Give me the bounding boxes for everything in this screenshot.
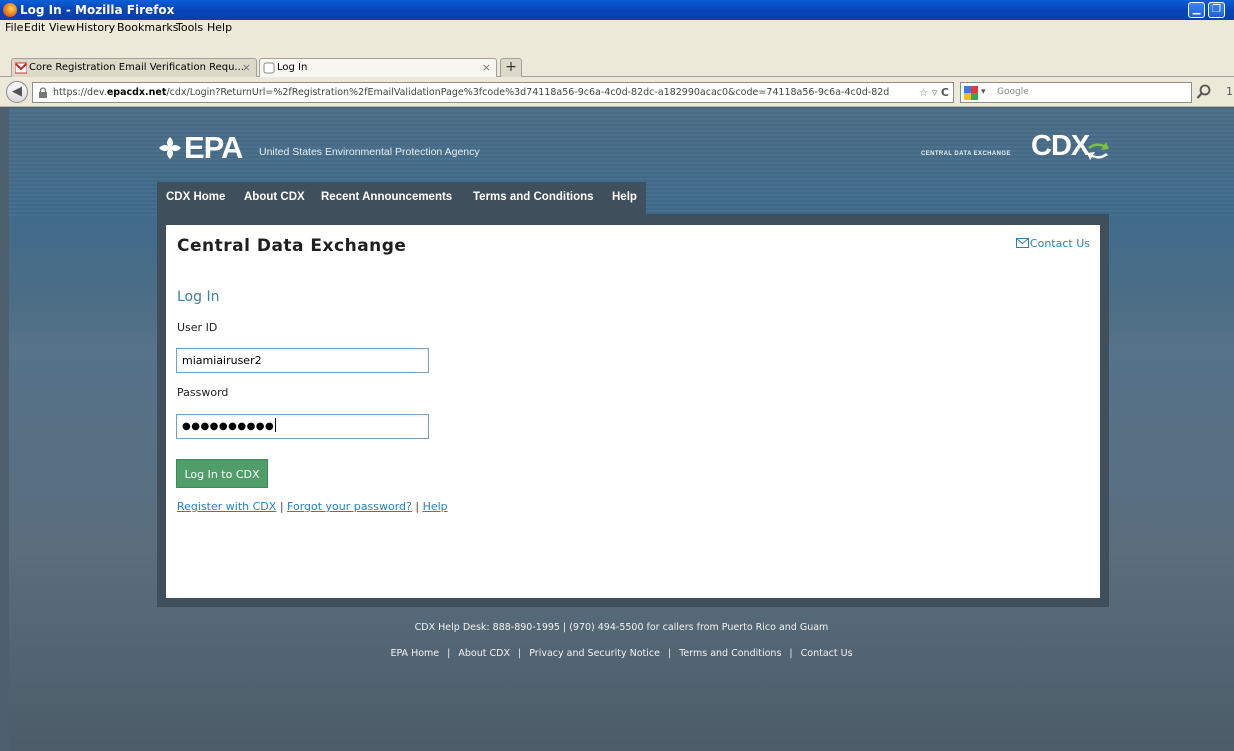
text-caret <box>275 418 277 432</box>
footer-separator: | <box>447 648 451 659</box>
tab-label: Log In <box>277 62 308 73</box>
login-button[interactable]: Log In to CDX <box>176 459 268 488</box>
address-bar[interactable]: https://dev.epacdx.net/cdx/Login?ReturnU… <box>32 82 954 103</box>
userid-value: miamiairuser2 <box>182 354 262 367</box>
footer-separator: | <box>518 648 522 659</box>
tab-gmail[interactable]: Core Registration Email Verification Req… <box>11 58 257 78</box>
lock-icon <box>39 87 47 98</box>
close-icon[interactable]: × <box>482 59 491 77</box>
footer-link-privacy[interactable]: Privacy and Security Notice <box>529 648 660 659</box>
forgot-password-link[interactable]: Forgot your password? <box>287 500 412 513</box>
nav-cdx-home[interactable]: CDX Home <box>166 191 225 203</box>
menu-tools[interactable]: Tools <box>176 21 203 34</box>
toolbar-overflow: 1 <box>1226 85 1233 98</box>
menu-bookmarks[interactable]: Bookmarks <box>117 21 178 34</box>
chevron-down-icon[interactable]: ▾ <box>981 83 986 102</box>
footer-link-epa-home[interactable]: EPA Home <box>390 648 439 659</box>
nav-help[interactable]: Help <box>612 191 637 203</box>
close-icon[interactable]: × <box>242 59 251 77</box>
cdx-tagline: CENTRAL DATA EXCHANGE <box>921 151 1011 157</box>
new-tab-button[interactable]: + <box>500 58 522 78</box>
window-titlebar: Log In - Mozilla Firefox ▁ ❐ <box>0 0 1234 20</box>
userid-label: User ID <box>177 321 218 334</box>
cdx-wordmark: CDX <box>1031 130 1090 162</box>
gmail-icon <box>15 62 27 74</box>
footer-link-about-cdx[interactable]: About CDX <box>458 648 510 659</box>
footer-link-contact-us[interactable]: Contact Us <box>801 648 853 659</box>
nav-about-cdx[interactable]: About CDX <box>244 191 305 203</box>
tab-login[interactable]: Log In × <box>259 58 497 78</box>
blank-page-icon <box>263 62 275 74</box>
navigation-toolbar: ◀ https://dev.epacdx.net/cdx/Login?Retur… <box>0 77 1234 107</box>
contact-us-link[interactable]: Contact Us <box>1015 237 1090 250</box>
dropdown-arrow-icon[interactable]: ▿ <box>932 86 938 99</box>
url-host: epacdx.net <box>106 87 167 98</box>
footer-separator: | <box>667 648 672 659</box>
contact-us-label: Contact Us <box>1029 237 1090 250</box>
url-prefix: https://dev. <box>53 87 107 98</box>
nav-recent-announcements[interactable]: Recent Announcements <box>321 191 452 203</box>
helpdesk-text: CDX Help Desk: 888-890-1995 | (970) 494-… <box>414 622 829 633</box>
menu-view[interactable]: View <box>49 21 75 34</box>
main-nav: CDX Home About CDX Recent Announcements … <box>157 182 646 214</box>
firefox-icon <box>3 3 17 17</box>
search-icon[interactable] <box>1196 84 1212 100</box>
footer-link-terms[interactable]: Terms and Conditions <box>679 648 781 659</box>
epa-flower-icon <box>159 137 181 159</box>
epa-wordmark: EPA <box>184 130 243 165</box>
register-link[interactable]: Register with CDX <box>177 500 276 513</box>
link-separator: | <box>415 500 420 513</box>
back-button[interactable]: ◀ <box>6 81 28 103</box>
google-icon <box>964 86 978 100</box>
envelope-icon <box>1015 238 1029 248</box>
account-links: Register with CDX | Forgot your password… <box>177 500 448 513</box>
bookmark-star-icon[interactable]: ☆ <box>919 86 929 99</box>
url-path: /cdx/Login?ReturnUrl=%2fRegistration%2fE… <box>166 87 890 98</box>
password-input[interactable]: ●●●●●●●●●● <box>176 414 429 439</box>
maximize-icon[interactable]: ❐ <box>1208 2 1225 18</box>
login-heading: Log In <box>177 289 220 305</box>
password-mask: ●●●●●●●●●● <box>182 421 275 432</box>
menu-edit[interactable]: Edit <box>24 21 45 34</box>
reload-icon[interactable]: C <box>941 86 949 99</box>
nav-terms-and-conditions[interactable]: Terms and Conditions <box>473 191 594 203</box>
menu-help[interactable]: Help <box>207 21 232 34</box>
footer-separator: | <box>789 648 793 659</box>
login-panel: Central Data Exchange Contact Us Log In … <box>166 225 1100 598</box>
menu-file[interactable]: File <box>5 21 23 34</box>
cdx-arrow-icon <box>1087 142 1109 160</box>
link-separator: | <box>279 500 284 513</box>
userid-input[interactable]: miamiairuser2 <box>176 348 429 373</box>
search-placeholder: Google <box>997 87 1029 97</box>
search-box[interactable]: ▾ Google <box>960 82 1192 103</box>
menubar: File Edit View History Bookmarks Tools H… <box>0 20 1234 36</box>
password-label: Password <box>177 386 229 399</box>
footer-links: EPA Home | About CDX | Privacy and Secur… <box>9 648 1234 659</box>
back-arrow-icon: ◀ <box>12 84 22 99</box>
tab-label: Core Registration Email Verification Req… <box>29 62 244 73</box>
menu-history[interactable]: History <box>76 21 115 34</box>
minimize-icon[interactable]: ▁ <box>1188 2 1205 18</box>
page-content: EPA United States Environmental Protecti… <box>9 108 1234 751</box>
url-controls: ☆ ▿ C <box>914 83 949 102</box>
window-title: Log In - Mozilla Firefox <box>20 3 175 17</box>
help-link[interactable]: Help <box>423 500 448 513</box>
agency-name: United States Environmental Protection A… <box>259 146 480 158</box>
tab-strip: Core Registration Email Verification Req… <box>0 36 1234 78</box>
page-title: Central Data Exchange <box>177 236 407 256</box>
